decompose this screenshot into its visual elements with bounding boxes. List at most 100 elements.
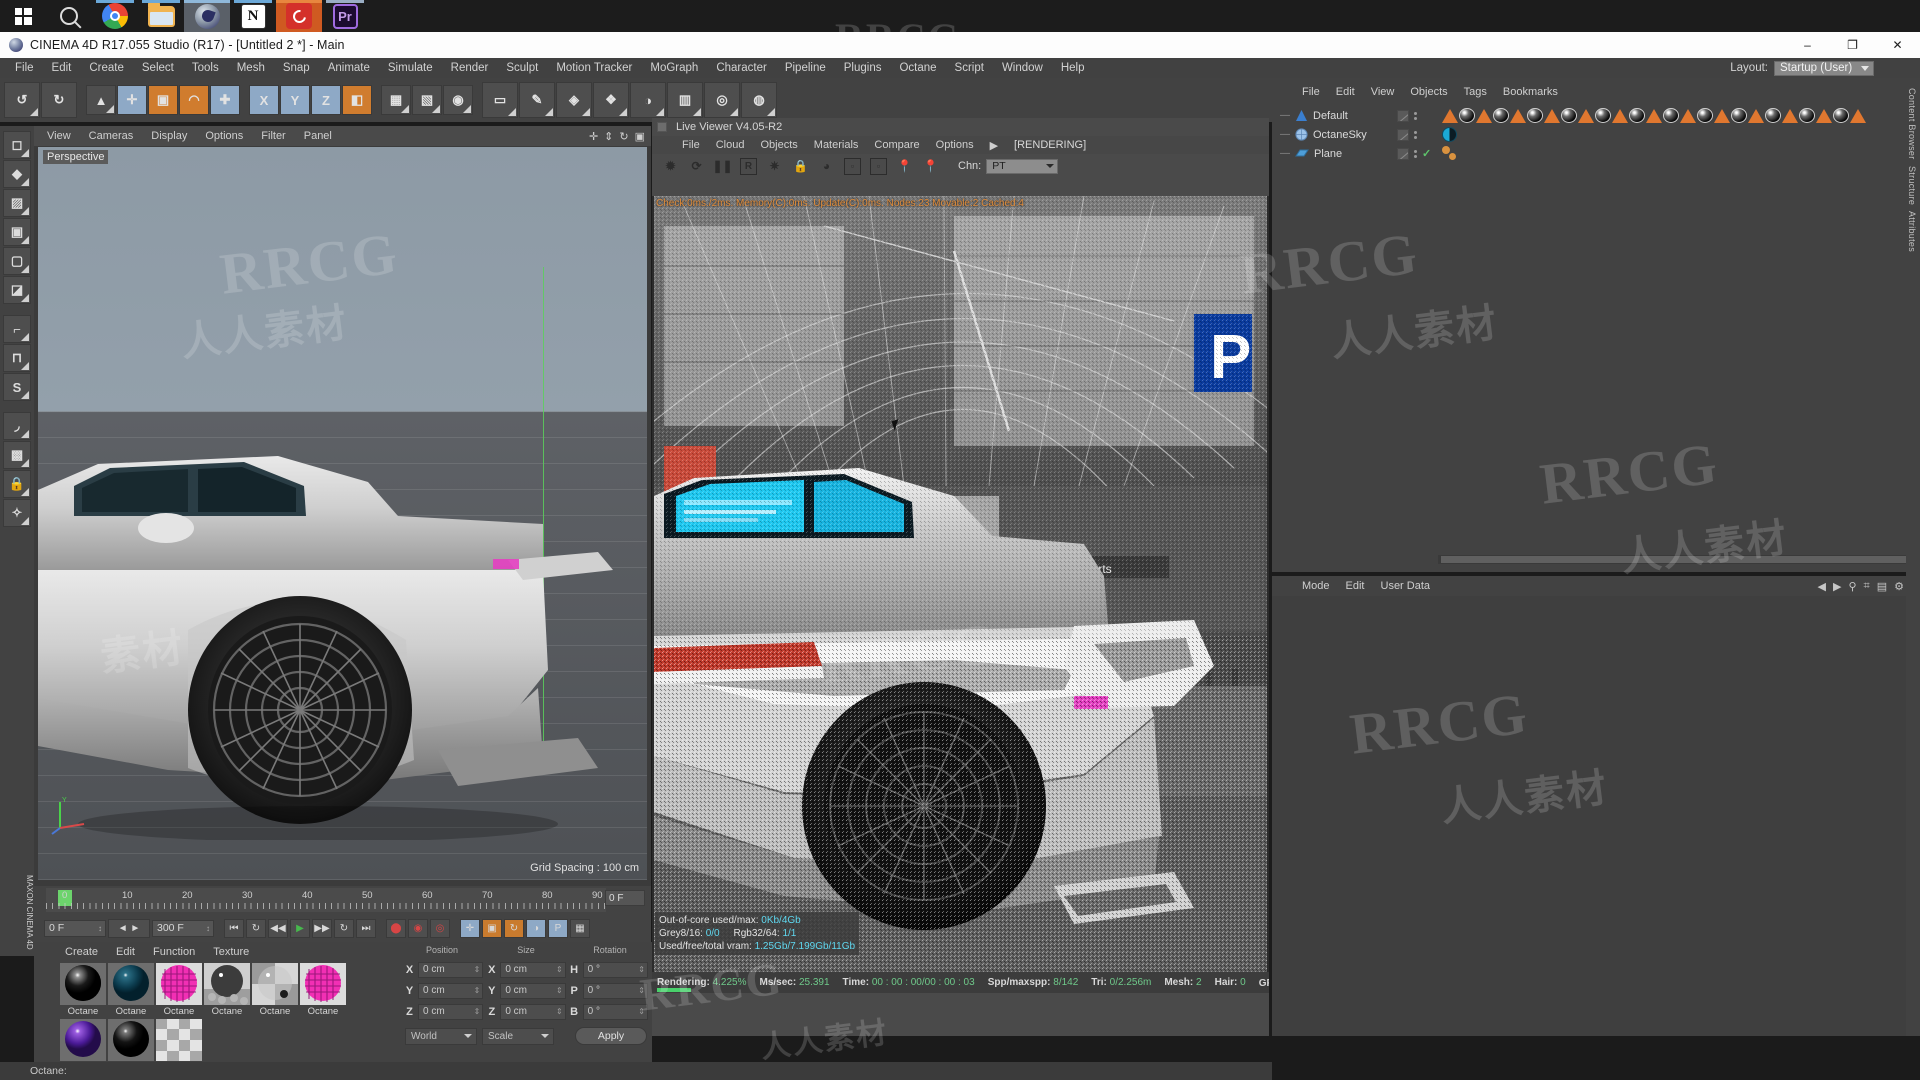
maximize-button[interactable]: ❐ (1830, 32, 1875, 58)
object-manager-hscrollbar[interactable]: ◀ ▶ (1438, 555, 1920, 564)
coord-rot-h-input[interactable]: 0 ° ⇕ (582, 961, 648, 978)
menu-script[interactable]: Script (946, 58, 993, 78)
object-row-octanesky[interactable]: — OctaneSky (1272, 125, 1394, 144)
undo-icon[interactable]: ↺ (4, 82, 40, 118)
am-menu-mode[interactable]: Mode (1294, 580, 1338, 592)
taskbar-premiere-button[interactable]: Pr (322, 0, 368, 32)
viewport-maximize-icon[interactable]: ▣ (635, 130, 645, 143)
taskbar-search-button[interactable] (46, 0, 92, 32)
lv-focus-region-icon[interactable]: ▫ (870, 157, 887, 175)
am-menu-edit[interactable]: Edit (1338, 580, 1373, 592)
layout-dropdown[interactable]: Startup (User) (1774, 60, 1874, 76)
am-forward-icon[interactable]: ▶ (1833, 580, 1841, 593)
scrollbar-thumb[interactable] (1441, 556, 1920, 563)
om-menu-bookmarks[interactable]: Bookmarks (1495, 86, 1566, 98)
visibility-dots-icon[interactable] (1414, 149, 1417, 158)
menu-pipeline[interactable]: Pipeline (776, 58, 835, 78)
menu-motion-tracker[interactable]: Motion Tracker (547, 58, 641, 78)
menu-file[interactable]: File (6, 58, 43, 78)
octane-light-tag-icon[interactable] (1510, 108, 1526, 123)
texture-mode-icon[interactable]: ◪ (3, 276, 31, 304)
menu-simulate[interactable]: Simulate (379, 58, 442, 78)
lv-region-render-icon[interactable]: R (740, 157, 757, 175)
camera-icon[interactable]: ◎ (704, 82, 740, 118)
lv-menu-arrow-icon[interactable]: ▶ (982, 139, 1006, 152)
material-item[interactable] (108, 1019, 154, 1062)
am-layout-icon[interactable]: ▤ (1877, 580, 1887, 593)
menu-help[interactable]: Help (1052, 58, 1094, 78)
record-button[interactable]: ⬤ (386, 918, 406, 938)
taskbar-explorer-button[interactable] (138, 0, 184, 32)
snap-icon[interactable]: S (3, 373, 31, 401)
octane-light-tag-icon[interactable] (1714, 108, 1730, 123)
live-selection-icon[interactable]: ▲ (86, 85, 116, 115)
menu-select[interactable]: Select (133, 58, 183, 78)
redo-icon[interactable]: ↻ (41, 82, 77, 118)
spline-pen-icon[interactable]: ✎ (519, 82, 555, 118)
play-forward-button[interactable]: ↻ (334, 918, 354, 938)
om-menu-edit[interactable]: Edit (1328, 86, 1363, 98)
material-tag-icon[interactable] (1765, 108, 1781, 123)
coord-pos-x-input[interactable]: 0 cm ⇕ (418, 961, 484, 978)
deformer-icon[interactable]: ◑ (630, 82, 666, 118)
axis-z-icon[interactable]: Z (311, 85, 341, 115)
render-settings-icon[interactable]: ◉ (443, 85, 473, 115)
axis-y-icon[interactable]: Y (280, 85, 310, 115)
visibility-dots-icon[interactable] (1414, 111, 1417, 120)
om-menu-file[interactable]: File (1294, 86, 1328, 98)
material-item[interactable]: Octane (204, 963, 250, 1017)
octane-light-tag-icon[interactable] (1782, 108, 1798, 123)
live-viewer-render-canvas[interactable]: P KARSTADT sports (652, 196, 1269, 993)
viewport-canvas[interactable]: Y Perspective Grid Spacing : 100 cm (38, 147, 647, 880)
menu-tools[interactable]: Tools (183, 58, 228, 78)
viewport-menu-display[interactable]: Display (142, 130, 196, 142)
coord-size-x-input[interactable]: 0 cm ⇕ (500, 961, 566, 978)
lv-picker-region-icon[interactable]: ▫ (844, 157, 861, 175)
menu-sculpt[interactable]: Sculpt (497, 58, 547, 78)
lv-material-pin-icon[interactable]: 📍 (922, 158, 939, 175)
material-item[interactable]: Octane (156, 963, 202, 1017)
render-region-icon[interactable]: ▧ (412, 85, 442, 115)
keyframe-selection-button[interactable]: ◎ (430, 918, 450, 938)
material-tag-icon[interactable] (1629, 108, 1645, 123)
menu-octane[interactable]: Octane (890, 58, 945, 78)
menu-mograph[interactable]: MoGraph (641, 58, 707, 78)
step-back-button[interactable]: ◀◀ (268, 918, 288, 938)
material-item[interactable]: Octane (108, 963, 154, 1017)
scale-tool-icon[interactable]: ▣ (148, 85, 178, 115)
octane-environment-tag-icon[interactable] (1442, 127, 1457, 142)
uv-grid-icon[interactable]: ▩ (3, 441, 31, 469)
material-item[interactable] (156, 1019, 202, 1062)
lv-lock-icon[interactable]: 🔒 (792, 158, 809, 175)
octane-light-tag-icon[interactable] (1612, 108, 1628, 123)
lock-icon[interactable]: 🔒 (3, 470, 31, 498)
point-mode-icon[interactable]: ◻ (3, 131, 31, 159)
taskbar-chrome-button[interactable] (92, 0, 138, 32)
octane-light-tag-icon[interactable] (1680, 108, 1696, 123)
key-scale-button[interactable]: ▣ (482, 918, 502, 938)
attribute-manager-content[interactable] (1272, 596, 1912, 1036)
mm-menu-create[interactable]: Create (56, 946, 107, 958)
minimize-button[interactable]: – (1785, 32, 1830, 58)
octane-light-tag-icon[interactable] (1646, 108, 1662, 123)
object-row-default[interactable]: — Default (1272, 106, 1394, 125)
material-tag-icon[interactable] (1833, 108, 1849, 123)
menu-animate[interactable]: Animate (319, 58, 379, 78)
coord-transform-dropdown[interactable]: Scale (482, 1027, 554, 1045)
rotate-tool-icon[interactable]: ◠ (179, 85, 209, 115)
taskbar-cinema4d-button[interactable] (184, 0, 230, 32)
viewport-menu-view[interactable]: View (38, 130, 80, 142)
om-menu-tags[interactable]: Tags (1456, 86, 1495, 98)
model-mode-icon[interactable]: ▣ (3, 218, 31, 246)
lv-menu-compare[interactable]: Compare (866, 139, 927, 151)
mm-menu-function[interactable]: Function (144, 946, 204, 958)
octane-light-tag-icon[interactable] (1578, 108, 1594, 123)
goto-start-button[interactable]: ⏮ (224, 918, 244, 938)
coord-size-y-input[interactable]: 0 cm ⇕ (500, 982, 566, 999)
viewport-dolly-icon[interactable]: ⇕ (604, 130, 613, 143)
menu-mesh[interactable]: Mesh (228, 58, 274, 78)
start-button[interactable] (0, 0, 46, 32)
visibility-toggle[interactable] (1397, 109, 1409, 122)
lv-settings-gear-icon[interactable]: ✷ (766, 158, 783, 175)
viewport-menu-filter[interactable]: Filter (252, 130, 294, 142)
